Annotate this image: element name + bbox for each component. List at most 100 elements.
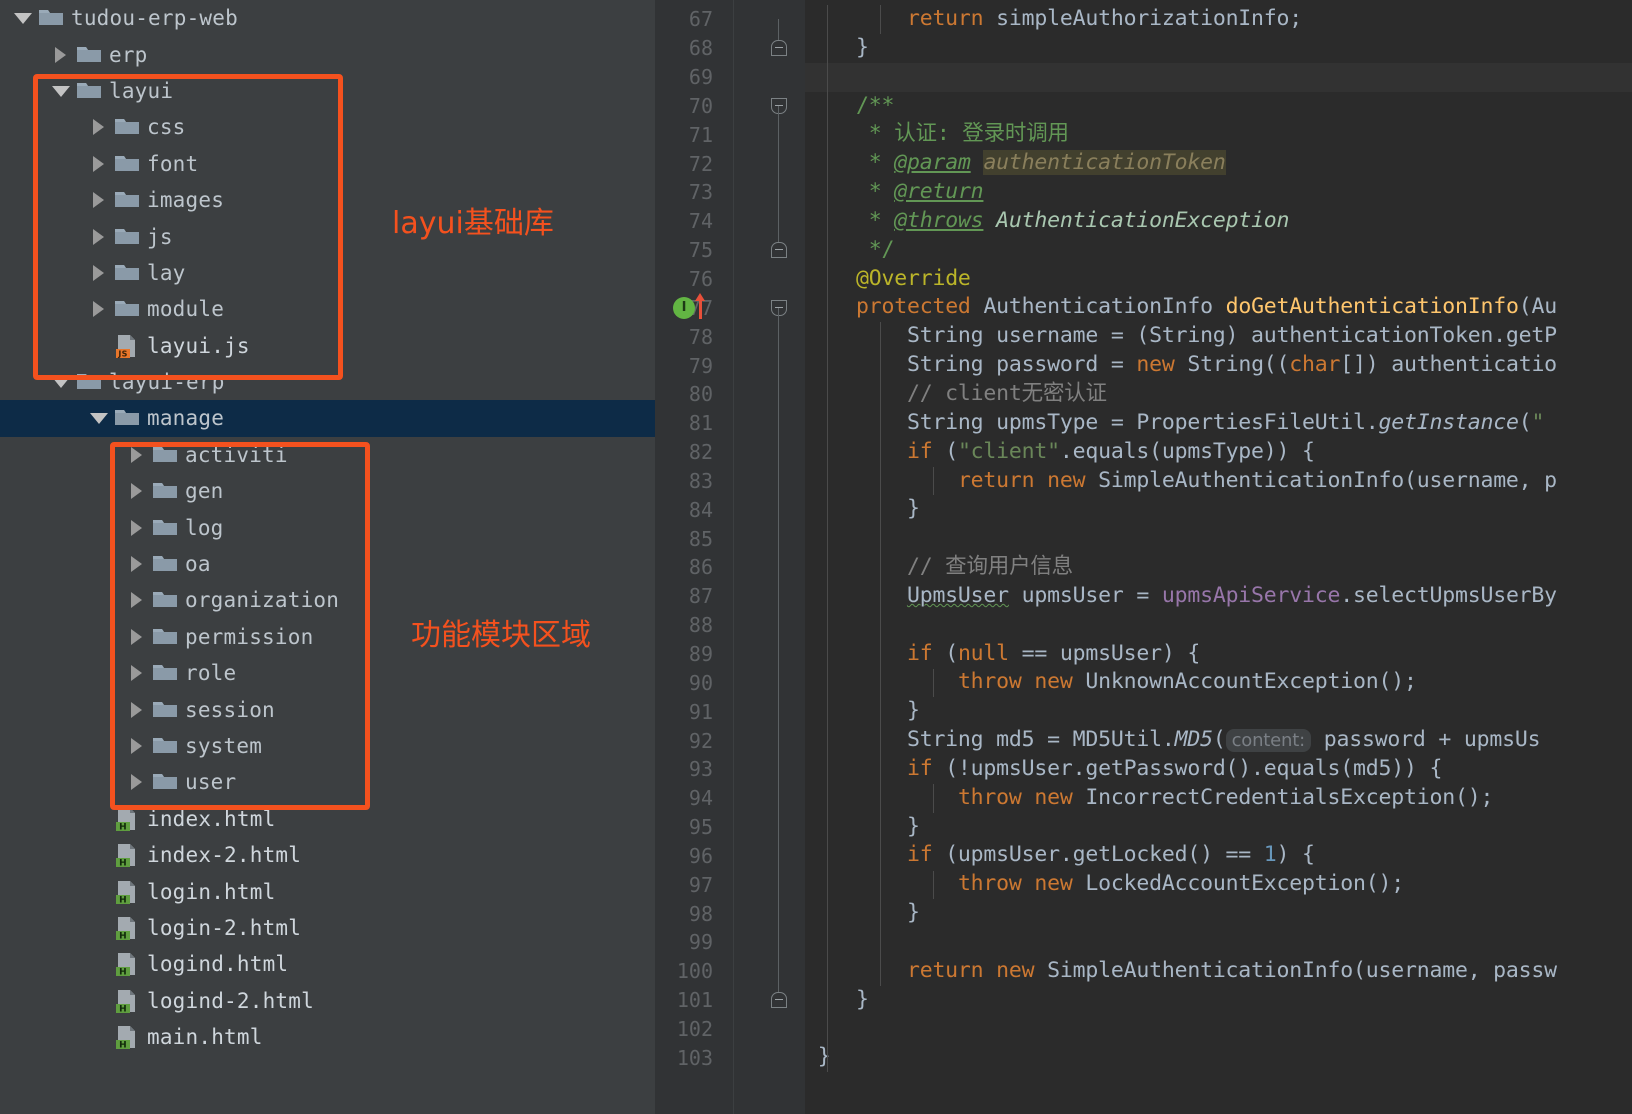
code-line: }: [855, 986, 869, 1012]
code-lines: return simpleAuthorizationInfo; } /** * …: [805, 5, 1632, 1072]
tree-item-role[interactable]: role: [0, 655, 655, 691]
tree-item-session[interactable]: session: [0, 691, 655, 727]
code-line: * @param authenticationToken: [855, 150, 1226, 176]
chevron-right-icon[interactable]: [126, 444, 148, 466]
code-line: }: [906, 900, 920, 926]
tree-item-logind-2-html[interactable]: Hlogind-2.html: [0, 983, 655, 1019]
code-line: }: [855, 34, 869, 60]
chevron-down-icon[interactable]: [50, 371, 72, 393]
code-text-area[interactable]: return simpleAuthorizationInfo; } /** * …: [805, 0, 1632, 1114]
tree-item-layui-js[interactable]: JS layui.js: [0, 328, 655, 364]
folder-icon: [152, 443, 178, 467]
chevron-right-icon[interactable]: [88, 153, 110, 175]
tree-item-system[interactable]: system: [0, 728, 655, 764]
line-number-value: 81: [688, 411, 713, 436]
project-tree-panel[interactable]: tudou-erp-web erp layui css font images js lay m…: [0, 0, 655, 1114]
svg-text:JS: JS: [117, 349, 127, 358]
code-fold-toggle[interactable]: [771, 991, 787, 1008]
code-editor[interactable]: 6768697071727374757677787980818283848586…: [655, 0, 1632, 1114]
tree-item-js[interactable]: js: [0, 218, 655, 254]
chevron-down-icon[interactable]: [50, 80, 72, 102]
chevron-right-icon[interactable]: [126, 662, 148, 684]
tree-item-font[interactable]: font: [0, 146, 655, 182]
chevron-right-icon[interactable]: [88, 298, 110, 320]
code-line: */: [855, 236, 895, 262]
folder-icon: [76, 79, 102, 103]
code-fold-toggle[interactable]: [771, 97, 787, 114]
code-line: }: [906, 698, 920, 724]
chevron-down-icon[interactable]: [12, 7, 34, 29]
editor-gutter[interactable]: 6768697071727374757677787980818283848586…: [655, 0, 805, 1114]
tree-item-label: lay: [147, 260, 186, 285]
folder-icon: [114, 188, 140, 212]
code-line: * @return: [855, 179, 984, 205]
line-number-value: 70: [688, 93, 713, 118]
tree-item-layui-erp[interactable]: layui-erp: [0, 364, 655, 400]
svg-text:H: H: [119, 968, 127, 978]
chevron-right-icon[interactable]: [88, 116, 110, 138]
tree-item-login-html[interactable]: Hlogin.html: [0, 873, 655, 909]
chevron-right-icon[interactable]: [126, 626, 148, 648]
chevron-right-icon[interactable]: [126, 589, 148, 611]
tree-item-activiti[interactable]: activiti: [0, 437, 655, 473]
line-number-value: 71: [688, 122, 713, 147]
code-line: throw new UnknownAccountException();: [957, 669, 1417, 695]
tree-item-lay[interactable]: lay: [0, 255, 655, 291]
code-line: String upmsType = PropertiesFileUtil.get…: [906, 409, 1545, 435]
tree-item-label: manage: [147, 406, 225, 431]
tree-item-logind-html[interactable]: Hlogind.html: [0, 946, 655, 982]
override-method-icon[interactable]: I: [673, 296, 695, 319]
tree-item-css[interactable]: css: [0, 109, 655, 145]
tree-item-gen[interactable]: gen: [0, 473, 655, 509]
indent-guide: [827, 5, 828, 1073]
tree-item-manage[interactable]: manage: [0, 400, 655, 437]
tree-item-images[interactable]: images: [0, 182, 655, 218]
chevron-right-icon[interactable]: [88, 262, 110, 284]
tree-item-layui[interactable]: layui: [0, 73, 655, 109]
chevron-right-icon[interactable]: [126, 771, 148, 793]
tree-item-index-html[interactable]: Hindex.html: [0, 801, 655, 837]
tree-item-login-2-html[interactable]: Hlogin-2.html: [0, 910, 655, 946]
chevron-right-icon[interactable]: [88, 189, 110, 211]
tree-item-index-2-html[interactable]: Hindex-2.html: [0, 837, 655, 873]
line-number-value: 78: [688, 324, 713, 349]
folder-icon: [114, 115, 140, 139]
tree-item-label: layui-erp: [109, 370, 225, 395]
code-line: UpmsUser upmsUser = upmsApiService.selec…: [906, 582, 1557, 608]
tree-item-oa[interactable]: oa: [0, 546, 655, 582]
chevron-right-icon[interactable]: [50, 44, 72, 66]
tree-item-user[interactable]: user: [0, 764, 655, 800]
svg-text:H: H: [119, 1004, 127, 1014]
project-tree-list[interactable]: tudou-erp-web erp layui css font images js lay m…: [0, 0, 655, 1055]
tree-item-log[interactable]: log: [0, 509, 655, 545]
code-folding-column[interactable]: [763, 0, 795, 1114]
chevron-down-icon[interactable]: [88, 407, 110, 429]
fold-region-line: [778, 307, 779, 1000]
indent-guide: [933, 466, 934, 496]
line-number-value: 93: [688, 757, 713, 782]
code-fold-toggle[interactable]: [771, 39, 787, 56]
line-number-value: 90: [688, 670, 713, 695]
tree-item-label: tudou-erp-web: [71, 6, 238, 31]
tree-item-module[interactable]: module: [0, 291, 655, 327]
tree-item-main-html[interactable]: Hmain.html: [0, 1019, 655, 1055]
line-number-value: 101: [676, 988, 713, 1013]
tree-item-tudou-erp-web[interactable]: tudou-erp-web: [0, 0, 655, 36]
line-number-value: 97: [688, 872, 713, 897]
code-fold-toggle[interactable]: [771, 241, 787, 258]
chevron-right-icon[interactable]: [126, 699, 148, 721]
chevron-right-icon[interactable]: [88, 226, 110, 248]
code-line: String username = (String) authenticatio…: [906, 323, 1557, 349]
html-file-icon: H: [114, 916, 140, 941]
code-fold-toggle[interactable]: [771, 299, 787, 316]
code-line: if ("client".equals(upmsType)) {: [906, 438, 1315, 464]
chevron-right-icon[interactable]: [126, 553, 148, 575]
chevron-right-icon[interactable]: [126, 517, 148, 539]
chevron-right-icon[interactable]: [126, 735, 148, 757]
chevron-right-icon[interactable]: [126, 480, 148, 502]
tree-item-erp[interactable]: erp: [0, 36, 655, 72]
